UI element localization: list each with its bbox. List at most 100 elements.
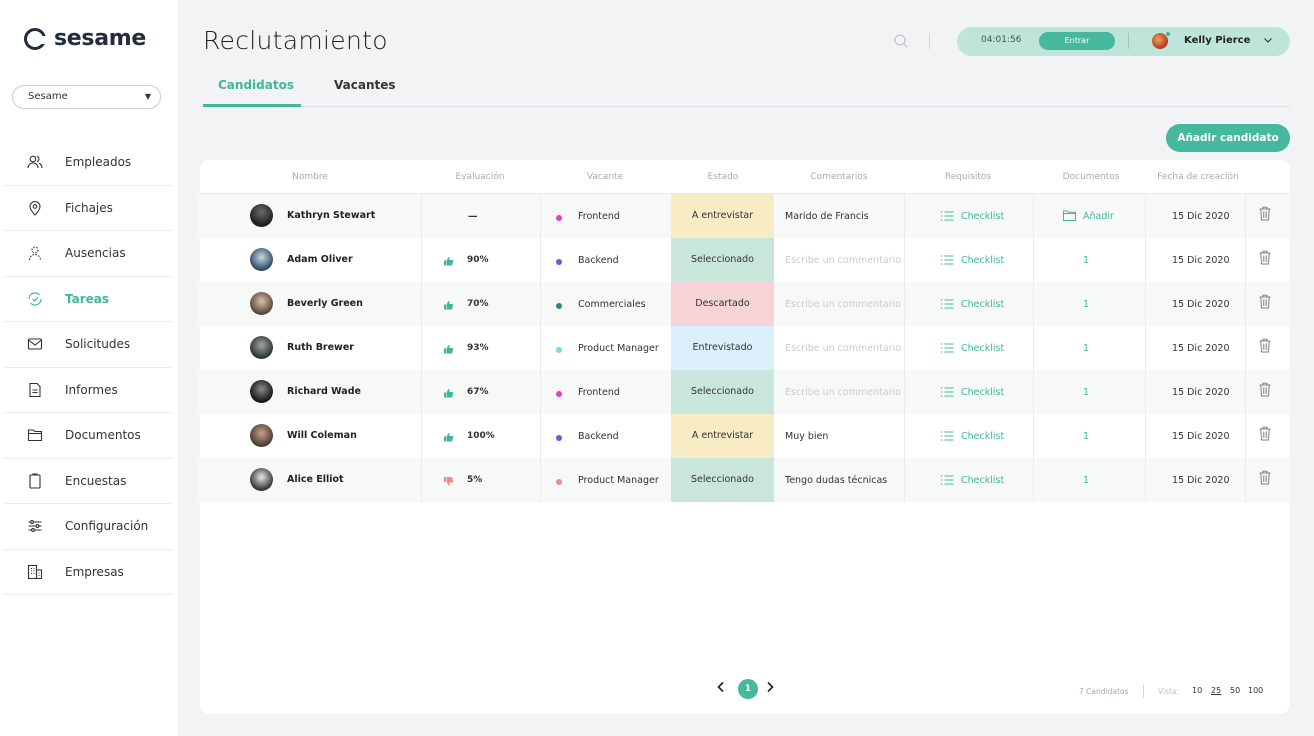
page-size-option[interactable]: 50 — [1230, 686, 1240, 695]
sidebar-item-fichajes[interactable]: Fichajes — [4, 186, 172, 231]
candidate-name[interactable]: Alice Elliot — [287, 474, 344, 485]
column-header-comentarios[interactable]: Comentarios — [810, 172, 867, 182]
online-status-dot — [1165, 31, 1171, 37]
candidate-count: 7 Candidatos — [1079, 687, 1129, 696]
chevron-right-icon[interactable] — [764, 680, 776, 694]
column-header-evaluacion[interactable]: Evaluación — [456, 172, 505, 182]
table-row[interactable]: Alice Elliot 5% Product Manager Seleccionad… — [197, 458, 1290, 502]
comment-field[interactable]: Escribe un commentario — [785, 299, 901, 310]
trash-icon[interactable] — [1259, 426, 1271, 441]
comment-field[interactable]: Escribe un commentario — [785, 343, 901, 354]
sidebar-item-configuracion[interactable]: Configuración — [4, 504, 172, 550]
add-document-link[interactable]: Añadir — [1083, 211, 1114, 222]
creation-date: 15 Dic 2020 — [1172, 431, 1230, 442]
sidebar-item-encuestas[interactable]: Encuestas — [4, 459, 172, 504]
sidebar-item-label: Solicitudes — [65, 337, 131, 352]
sidebar-item-empleados[interactable]: Empleados — [4, 140, 172, 186]
company-select[interactable]: Sesame ▼ — [12, 85, 161, 109]
comment-field[interactable]: Muy bien — [785, 431, 828, 442]
sesame-logo-icon — [24, 27, 47, 50]
table-row[interactable]: Will Coleman 100% Backend A entrevistar Muy … — [197, 414, 1290, 458]
column-divider — [1245, 194, 1246, 502]
folder-icon — [1063, 210, 1076, 221]
add-candidate-button[interactable]: Añadir candidato — [1166, 124, 1290, 152]
trash-icon[interactable] — [1259, 250, 1271, 265]
column-divider — [904, 194, 905, 502]
comment-field[interactable]: Tengo dudas técnicas — [785, 475, 887, 486]
chevron-left-icon[interactable] — [715, 680, 727, 694]
column-header-requisitos[interactable]: Requisitos — [945, 172, 991, 182]
avatar — [250, 204, 273, 227]
page-size-option-selected[interactable]: 25 — [1211, 686, 1221, 695]
requirements-checklist-link[interactable]: Checklist — [961, 387, 1004, 398]
candidate-name[interactable]: Will Coleman — [287, 430, 357, 441]
status-badge[interactable]: Entrevistado — [671, 326, 774, 370]
column-header-fecha[interactable]: Fecha de creación — [1157, 172, 1239, 182]
document-count[interactable]: 1 — [1083, 431, 1089, 442]
status-badge[interactable]: Seleccionado — [671, 458, 774, 502]
trash-icon[interactable] — [1259, 206, 1271, 221]
clock-in-button[interactable]: Entrar — [1039, 32, 1115, 50]
candidate-name[interactable]: Beverly Green — [287, 298, 363, 309]
sidebar-item-empresas[interactable]: Empresas — [4, 550, 172, 595]
column-header-documentos[interactable]: Documentos — [1063, 172, 1120, 182]
document-count[interactable]: 1 — [1083, 475, 1089, 486]
comment-field[interactable]: Escribe un commentario — [785, 255, 901, 266]
requirements-checklist-link[interactable]: Checklist — [961, 211, 1004, 222]
table-row[interactable]: Beverly Green 70% Commerciales Descartado Es… — [197, 282, 1290, 326]
requirements-checklist-link[interactable]: Checklist — [961, 299, 1004, 310]
requirements-checklist-link[interactable]: Checklist — [961, 255, 1004, 266]
sidebar-item-label: Tareas — [65, 291, 110, 306]
candidate-name[interactable]: Richard Wade — [287, 386, 361, 397]
page-size-option[interactable]: 100 — [1248, 686, 1263, 695]
page-size-option[interactable]: 10 — [1192, 686, 1202, 695]
candidate-name[interactable]: Ruth Brewer — [287, 342, 354, 353]
status-badge[interactable]: A entrevistar — [671, 414, 774, 458]
column-header-nombre[interactable]: Nombre — [292, 172, 328, 182]
user-name[interactable]: Kelly Pierce — [1184, 35, 1250, 46]
requirements-checklist-link[interactable]: Checklist — [961, 431, 1004, 442]
document-count[interactable]: 1 — [1083, 299, 1089, 310]
location-pin-icon — [29, 200, 41, 216]
vacancy-name: Product Manager — [578, 343, 659, 354]
comment-field[interactable]: Escribe un commentario — [785, 387, 901, 398]
table-row[interactable]: Ruth Brewer 93% Product Manager Entrevistad… — [197, 326, 1290, 370]
column-header-estado[interactable]: Estado — [708, 172, 739, 182]
table-row[interactable]: Adam Oliver 90% Backend Seleccionado Escribe… — [197, 238, 1290, 282]
building-icon — [27, 564, 43, 579]
sidebar-item-tareas[interactable]: Tareas — [4, 277, 172, 322]
sidebar-item-ausencias[interactable]: Ausencias — [4, 231, 172, 277]
document-count[interactable]: 1 — [1083, 387, 1089, 398]
status-badge[interactable]: A entrevistar — [671, 194, 774, 238]
pagination-current-page[interactable]: 1 — [738, 679, 758, 699]
trash-icon[interactable] — [1259, 470, 1271, 485]
document-count[interactable]: 1 — [1083, 343, 1089, 354]
column-header-vacante[interactable]: Vacante — [587, 172, 623, 182]
header-divider — [929, 33, 930, 49]
user-avatar[interactable] — [1152, 31, 1171, 49]
status-badge[interactable]: Descartado — [671, 282, 774, 326]
candidate-name[interactable]: Adam Oliver — [287, 254, 353, 265]
thumbs-up-icon — [444, 301, 454, 310]
status-badge[interactable]: Seleccionado — [671, 370, 774, 414]
sidebar-item-informes[interactable]: Informes — [4, 368, 172, 413]
sidebar-item-solicitudes[interactable]: Solicitudes — [4, 322, 172, 368]
table-row[interactable]: Kathryn Stewart — Frontend A entrevistar Mar… — [197, 194, 1290, 238]
trash-icon[interactable] — [1259, 338, 1271, 353]
requirements-checklist-link[interactable]: Checklist — [961, 475, 1004, 486]
requirements-checklist-link[interactable]: Checklist — [961, 343, 1004, 354]
logo[interactable]: sesame — [24, 26, 146, 51]
comment-field[interactable]: Marido de Francis — [785, 211, 869, 222]
sidebar-item-documentos[interactable]: Documentos — [4, 413, 172, 459]
tab-vacantes[interactable]: Vacantes — [334, 78, 396, 92]
table-row[interactable]: Richard Wade 67% Frontend Seleccionado Escri… — [197, 370, 1290, 414]
chevron-down-icon[interactable] — [1262, 34, 1274, 46]
document-count[interactable]: 1 — [1083, 255, 1089, 266]
trash-icon[interactable] — [1259, 294, 1271, 309]
tab-candidatos[interactable]: Candidatos — [218, 78, 294, 92]
status-badge[interactable]: Seleccionado — [671, 238, 774, 282]
sidebar-item-label: Documentos — [65, 428, 141, 443]
trash-icon[interactable] — [1259, 382, 1271, 397]
candidate-name[interactable]: Kathryn Stewart — [287, 210, 375, 221]
search-icon[interactable] — [893, 33, 909, 49]
